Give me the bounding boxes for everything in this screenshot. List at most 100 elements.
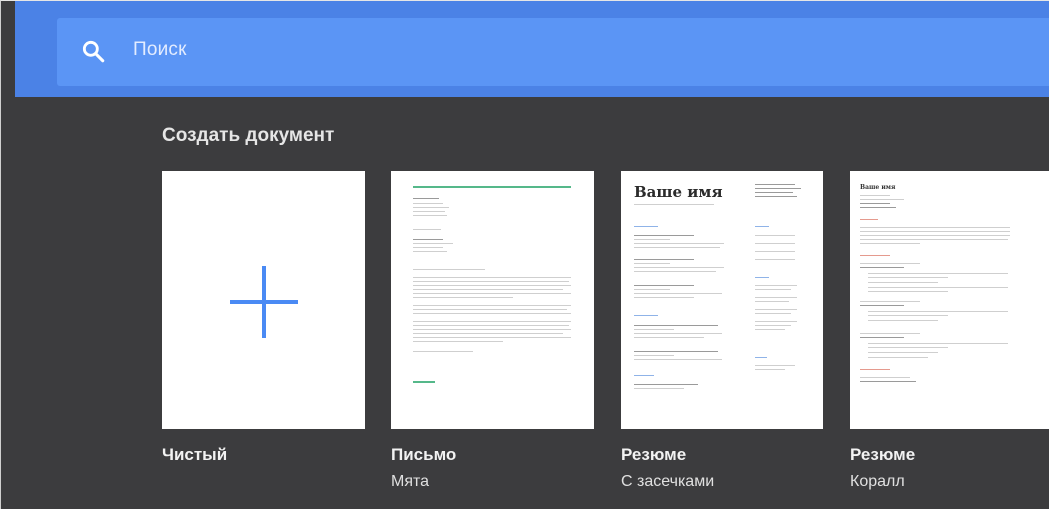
- preview-line: [868, 277, 948, 279]
- preview-line: [860, 301, 920, 303]
- header-bar: Поиск: [15, 1, 1049, 97]
- preview-line: [634, 297, 694, 299]
- preview-line: [413, 277, 571, 279]
- section-title: Создать документ: [162, 125, 335, 146]
- preview-section-heading: [755, 226, 769, 228]
- template-letter-subtitle: Мята: [391, 473, 430, 490]
- preview-section-heading: [860, 255, 890, 257]
- search-bar[interactable]: Поиск: [57, 18, 1049, 86]
- template-blank-thumbnail[interactable]: [162, 171, 365, 429]
- preview-line: [413, 351, 473, 353]
- preview-line: [413, 207, 449, 209]
- preview-line: [413, 243, 453, 245]
- preview-section-heading: [755, 277, 769, 279]
- preview-line: [413, 309, 567, 311]
- preview-line: [634, 289, 670, 291]
- preview-line: [860, 235, 1010, 237]
- preview-line: [755, 235, 795, 237]
- preview-line: [755, 196, 797, 198]
- preview-line: [860, 199, 904, 201]
- preview-heading: Ваше имя: [634, 183, 723, 201]
- preview-line: [755, 365, 795, 367]
- preview-line: [413, 251, 447, 253]
- preview-line: [634, 355, 674, 357]
- preview-line: [755, 285, 797, 287]
- preview-line: [755, 329, 785, 331]
- preview-line: [634, 293, 722, 295]
- template-resume-serif-title[interactable]: Резюме: [621, 445, 686, 465]
- template-resume-coral-title[interactable]: Резюме: [850, 445, 915, 465]
- preview-line: [860, 267, 904, 269]
- template-letter-thumbnail[interactable]: [391, 171, 594, 429]
- preview-line: [868, 282, 938, 284]
- preview-line: [755, 297, 797, 299]
- preview-line: [755, 309, 797, 311]
- search-icon[interactable]: [80, 38, 106, 64]
- preview-line: [755, 369, 785, 371]
- template-resume-serif-subtitle: С засечками: [621, 473, 715, 490]
- preview-line: [413, 305, 571, 307]
- preview-line: [634, 259, 694, 261]
- preview-line: [860, 207, 896, 209]
- preview-line: [755, 259, 795, 261]
- preview-line: [868, 347, 948, 349]
- preview-line: [755, 192, 793, 194]
- preview-line: [634, 271, 716, 273]
- plus-icon: [262, 266, 266, 338]
- preview-line: [634, 337, 704, 339]
- preview-line: [413, 297, 513, 299]
- preview-line: [413, 285, 571, 287]
- preview-line: [860, 337, 904, 339]
- preview-line: [860, 203, 890, 205]
- preview-line: [634, 351, 718, 353]
- preview-line: [860, 227, 1010, 229]
- preview-line: [413, 321, 571, 323]
- preview-line: [860, 263, 920, 265]
- preview-line: [860, 239, 1008, 241]
- preview-line: [634, 333, 722, 335]
- preview-line: [634, 325, 718, 327]
- preview-line: [755, 313, 791, 315]
- preview-line: [868, 352, 938, 354]
- preview-line: [413, 215, 447, 217]
- search-input[interactable]: Поиск: [133, 39, 187, 61]
- template-resume-serif-thumbnail[interactable]: Ваше имя: [621, 171, 823, 429]
- preview-line: [413, 341, 503, 343]
- preview-line: [755, 321, 797, 323]
- preview-line: [634, 359, 722, 361]
- preview-line: [860, 333, 920, 335]
- preview-line: [755, 243, 795, 245]
- preview-line: [634, 263, 670, 265]
- preview-line: [634, 388, 684, 390]
- preview-line: [413, 333, 563, 335]
- preview-line: [755, 325, 791, 327]
- preview-line: [755, 188, 801, 190]
- preview-line: [868, 320, 938, 322]
- preview-section-heading: [860, 369, 890, 371]
- preview-section-heading: [634, 375, 654, 377]
- preview-line: [755, 301, 789, 303]
- preview-line: [413, 281, 569, 283]
- preview-section-heading: [755, 357, 767, 359]
- template-letter-title[interactable]: Письмо: [391, 445, 456, 465]
- template-gallery: Поиск Создать документ Чистый Письмо Мят…: [0, 0, 1049, 509]
- preview-line: [868, 315, 948, 317]
- preview-line: [413, 203, 443, 205]
- template-blank-title[interactable]: Чистый: [162, 445, 227, 465]
- preview-section-heading: [634, 226, 658, 228]
- preview-line: [413, 269, 485, 271]
- template-resume-coral-thumbnail[interactable]: Ваше имя: [850, 171, 1049, 429]
- preview-line: [860, 243, 920, 245]
- preview-line: [755, 184, 795, 186]
- preview-line: [860, 195, 890, 197]
- preview-line: [413, 313, 571, 315]
- preview-line: [413, 211, 445, 213]
- preview-line: [860, 305, 904, 307]
- template-resume-coral-subtitle: Коралл: [850, 473, 905, 490]
- preview-line: [634, 384, 698, 386]
- preview-line: [413, 239, 443, 241]
- preview-signature: [413, 381, 435, 383]
- preview-line: [413, 329, 571, 331]
- mint-accent-line: [413, 186, 571, 188]
- preview-section-heading: [860, 219, 878, 221]
